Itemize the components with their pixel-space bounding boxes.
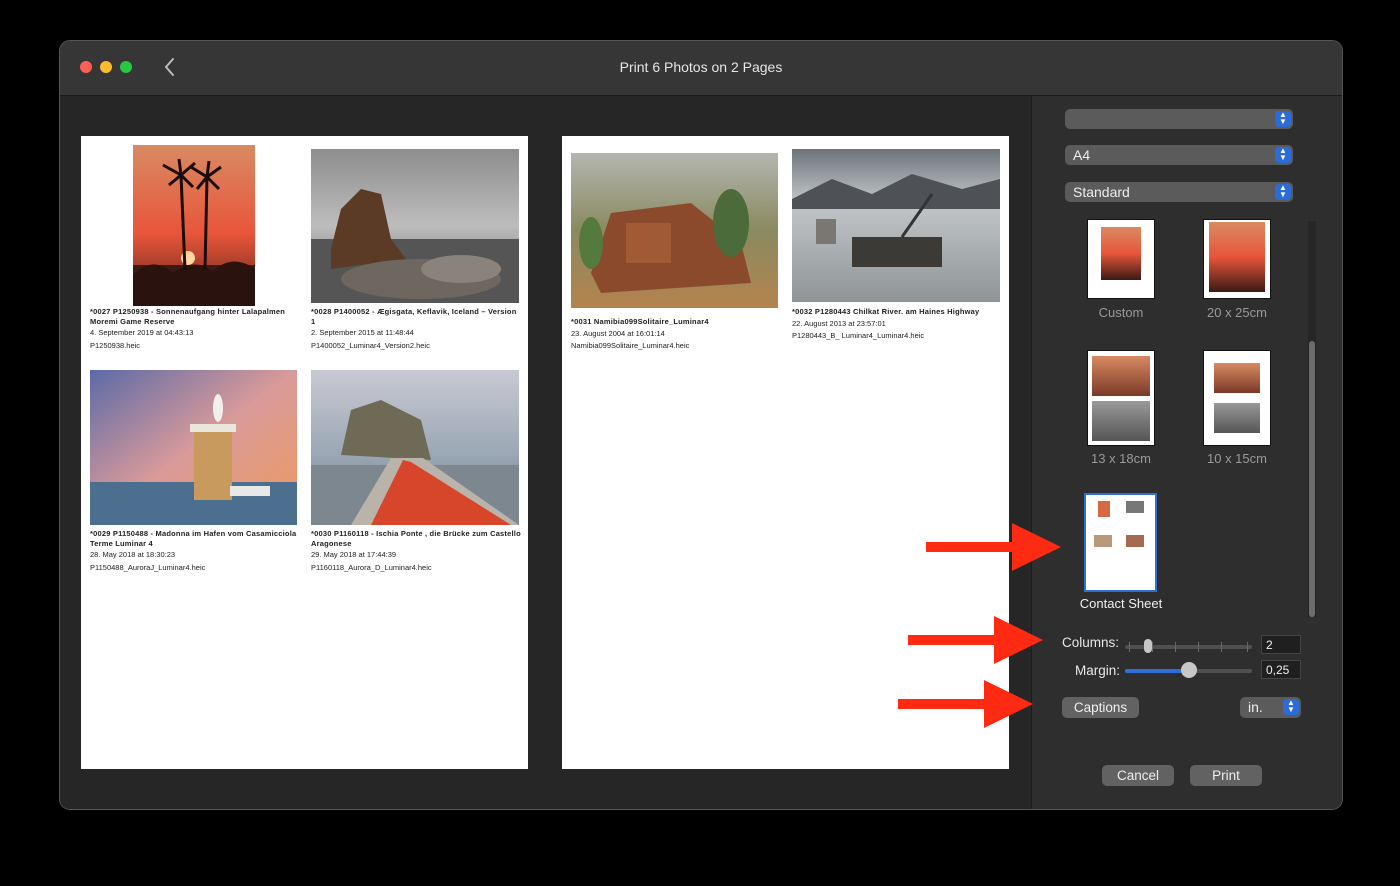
columns-slider-knob[interactable]	[1144, 639, 1152, 653]
photo-thumbnail	[792, 149, 1000, 302]
photo-thumbnail	[90, 370, 297, 525]
layout-label-20x25: 20 x 25cm	[1207, 305, 1267, 320]
stepper-icon: ▲ ▼	[1275, 184, 1291, 200]
layout-option-custom[interactable]	[1088, 220, 1154, 298]
photo-thumbnail	[571, 153, 778, 308]
print-settings-sidebar: ▲ ▼ A4 ▲ ▼ Standard ▲ ▼ Custom 20 x 25cm 13…	[1031, 96, 1342, 809]
photo-thumbnail	[133, 145, 255, 306]
annotation-arrow-contact-sheet	[926, 523, 1061, 571]
photo-caption: *0030 P1160118 - Ischia Ponte , die Brüc…	[311, 529, 521, 572]
photo-caption: *0029 P1150488 - Madonna im Hafen vom Ca…	[90, 529, 297, 572]
layout-option-10x15[interactable]	[1204, 351, 1270, 445]
margin-label: Margin:	[1075, 663, 1121, 678]
quality-popup[interactable]: Standard ▲ ▼	[1065, 182, 1293, 202]
photo-thumbnail	[311, 370, 519, 525]
layout-label-13x18: 13 x 18cm	[1091, 451, 1151, 466]
margin-slider[interactable]	[1125, 662, 1252, 678]
layout-scrollbar[interactable]	[1308, 221, 1316, 617]
captions-button[interactable]: Captions	[1062, 697, 1139, 718]
photo-caption: *0028 P1400052 - Ægisgata, Keflavik, Ice…	[311, 307, 517, 350]
layout-option-contact-sheet[interactable]	[1086, 495, 1155, 590]
margin-slider-knob[interactable]	[1180, 662, 1197, 678]
annotation-arrow-captions	[898, 680, 1033, 728]
units-value: in.	[1248, 699, 1263, 715]
layout-label-contact-sheet: Contact Sheet	[1079, 596, 1163, 611]
stepper-icon: ▲ ▼	[1283, 699, 1299, 715]
print-button[interactable]: Print	[1190, 765, 1262, 786]
paper-size-value: A4	[1073, 147, 1091, 163]
columns-field[interactable]: 2	[1261, 635, 1301, 654]
units-popup[interactable]: in. ▲ ▼	[1240, 697, 1301, 718]
stepper-icon: ▲ ▼	[1275, 147, 1291, 163]
photo-caption: *0032 P1280443 Chilkat River. am Haines …	[792, 307, 980, 340]
stepper-icon: ▲ ▼	[1275, 111, 1291, 127]
margin-field[interactable]: 0,25	[1261, 660, 1301, 679]
quality-value: Standard	[1073, 184, 1130, 200]
columns-label: Columns:	[1062, 635, 1120, 650]
layout-option-20x25[interactable]	[1204, 220, 1270, 298]
scrollbar-thumb[interactable]	[1309, 341, 1315, 617]
photo-caption: *0031 Namibia099Solitaire_Luminar4 23. A…	[571, 317, 709, 350]
printer-popup[interactable]: ▲ ▼	[1065, 109, 1293, 129]
print-dialog-window: Print 6 Photos on 2 Pages *0027 P1250938…	[59, 40, 1343, 810]
photo-caption: *0027 P1250938 - Sonnenaufgang hinter La…	[90, 307, 286, 350]
window-title: Print 6 Photos on 2 Pages	[619, 59, 783, 75]
paper-size-popup[interactable]: A4 ▲ ▼	[1065, 145, 1293, 165]
preview-page-1: *0027 P1250938 - Sonnenaufgang hinter La…	[81, 136, 528, 769]
photo-thumbnail	[311, 149, 519, 303]
title-bar: Print 6 Photos on 2 Pages	[60, 41, 1342, 96]
layout-label-custom: Custom	[1098, 305, 1144, 320]
columns-slider[interactable]	[1125, 639, 1252, 653]
layout-option-13x18[interactable]	[1088, 351, 1154, 445]
annotation-arrow-columns	[908, 616, 1043, 664]
cancel-button[interactable]: Cancel	[1102, 765, 1174, 786]
margin-slider-fill	[1125, 669, 1189, 673]
layout-label-10x15: 10 x 15cm	[1207, 451, 1267, 466]
print-preview-area: *0027 P1250938 - Sonnenaufgang hinter La…	[60, 96, 1031, 809]
preview-page-2: *0031 Namibia099Solitaire_Luminar4 23. A…	[562, 136, 1009, 769]
